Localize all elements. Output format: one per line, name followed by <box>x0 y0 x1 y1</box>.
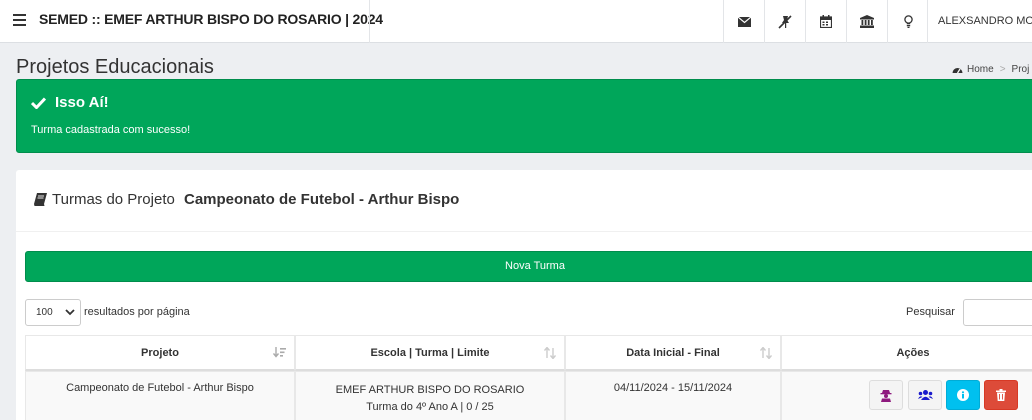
turmas-box: Turmas do Projeto Campeonato de Futebol … <box>16 170 1032 420</box>
page-length-select[interactable]: 100 <box>25 299 81 326</box>
students-button[interactable] <box>908 380 942 410</box>
breadcrumb-home[interactable]: Home <box>967 64 994 75</box>
trash-icon <box>996 389 1006 401</box>
bank-icon[interactable] <box>846 0 887 43</box>
table-cell-datas: 04/11/2024 - 15/11/2024 <box>565 371 781 420</box>
info-icon <box>957 389 969 401</box>
check-icon <box>31 96 46 109</box>
sort-icon <box>544 347 556 359</box>
breadcrumb: Home > Proj <box>952 64 1029 75</box>
calendar-icon[interactable] <box>805 0 846 43</box>
box-title: Turmas do Projeto Campeonato de Futebol … <box>34 191 459 208</box>
table-cell-escola: EMEF ARTHUR BISPO DO ROSARIO Turma do 4º… <box>295 371 565 420</box>
page-length-value: 100 <box>36 307 53 318</box>
box-title-project: Campeonato de Futebol - Arthur Bispo <box>184 191 460 208</box>
column-header-datas[interactable]: Data Inicial - Final <box>565 335 781 371</box>
users-icon <box>917 390 933 400</box>
sort-icon <box>760 347 772 359</box>
pin-slash-icon[interactable] <box>764 0 805 43</box>
alert-heading: Isso Aí! <box>55 94 109 111</box>
user-secret-icon <box>880 389 892 402</box>
spy-button[interactable] <box>869 380 903 410</box>
alert-message: Turma cadastrada com sucesso! <box>31 124 191 136</box>
success-alert: Isso Aí! Turma cadastrada com sucesso! <box>16 79 1032 153</box>
sort-desc-icon <box>273 347 286 358</box>
breadcrumb-separator: > <box>999 64 1006 75</box>
column-header-projeto[interactable]: Projeto <box>25 335 295 371</box>
column-header-escola[interactable]: Escola | Turma | Limite <box>295 335 565 371</box>
top-navbar: SEMED :: EMEF ARTHUR BISPO DO ROSARIO | … <box>0 0 1032 43</box>
search-input[interactable] <box>963 299 1032 326</box>
lightbulb-icon[interactable] <box>887 0 928 43</box>
app-title: SEMED :: EMEF ARTHUR BISPO DO ROSARIO | … <box>39 11 383 27</box>
dashboard-icon <box>952 67 963 73</box>
breadcrumb-current: Proj <box>1011 64 1030 75</box>
search-label: Pesquisar <box>906 306 955 318</box>
table-cell-projeto: Campeonato de Futebol - Arthur Bispo <box>25 371 295 420</box>
column-header-acoes: Ações <box>781 335 1032 371</box>
page-title: Projetos Educacionais <box>16 56 214 78</box>
divider <box>369 0 370 43</box>
box-title-prefix: Turmas do Projeto <box>52 191 179 208</box>
chevron-down-icon <box>65 309 75 316</box>
menu-toggle-icon[interactable] <box>13 14 26 26</box>
delete-button[interactable] <box>984 380 1018 410</box>
user-menu[interactable]: ALEXSANDRO MOT <box>927 0 1032 43</box>
divider <box>16 231 1032 232</box>
page-length-label: resultados por página <box>84 306 190 318</box>
book-icon <box>34 193 47 206</box>
info-button[interactable] <box>946 380 980 410</box>
envelope-icon[interactable] <box>723 0 764 43</box>
new-turma-button[interactable]: Nova Turma <box>25 251 1032 282</box>
